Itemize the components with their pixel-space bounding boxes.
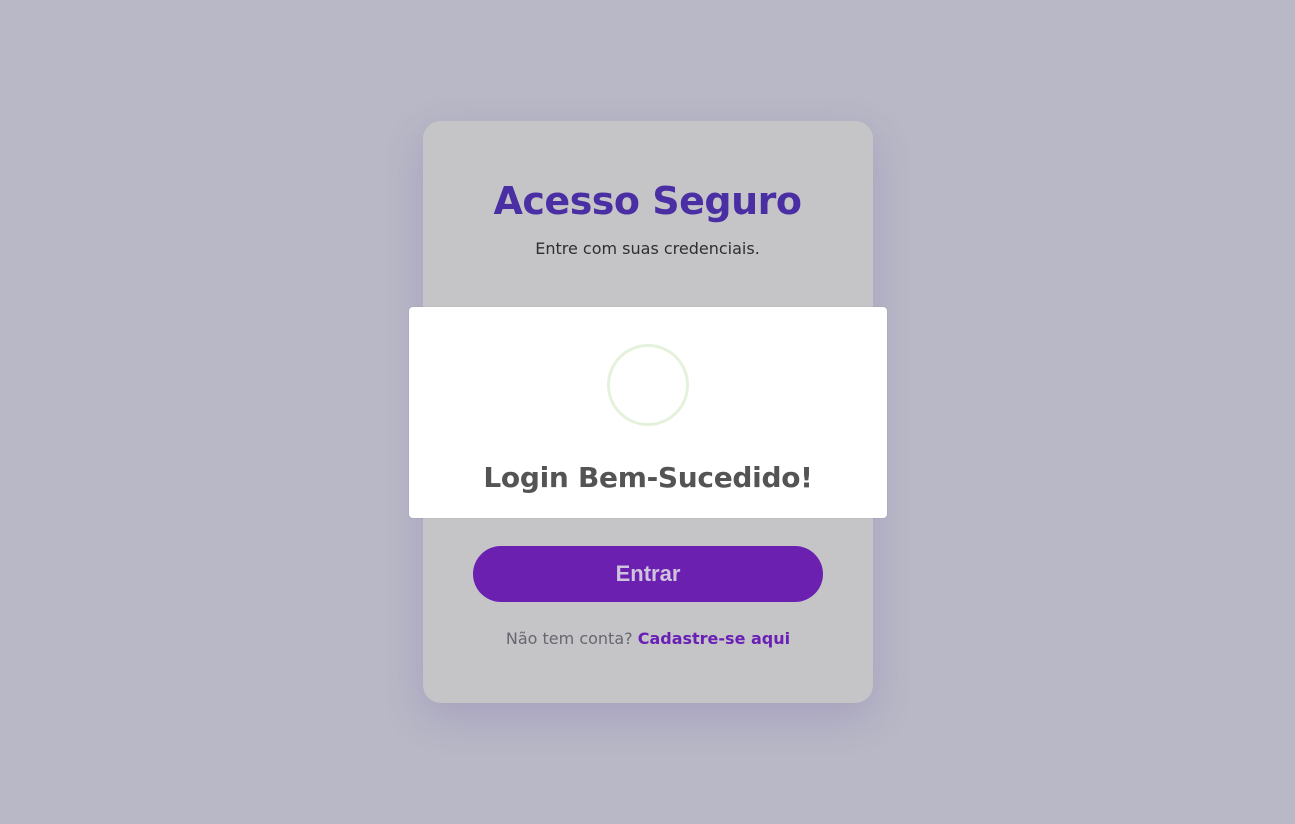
success-circle-icon xyxy=(607,344,689,426)
success-modal: Login Bem-Sucedido! xyxy=(409,307,887,518)
login-subtitle: Entre com suas credenciais. xyxy=(535,239,760,258)
login-title: Acesso Seguro xyxy=(493,179,802,223)
success-modal-title: Login Bem-Sucedido! xyxy=(483,461,813,494)
signup-link[interactable]: Cadastre-se aqui xyxy=(638,629,790,648)
signup-prompt-text: Não tem conta? xyxy=(505,629,633,648)
enter-button[interactable]: Entrar xyxy=(473,546,823,602)
signup-prompt-row: Não tem conta? Cadastre-se aqui xyxy=(423,628,873,650)
